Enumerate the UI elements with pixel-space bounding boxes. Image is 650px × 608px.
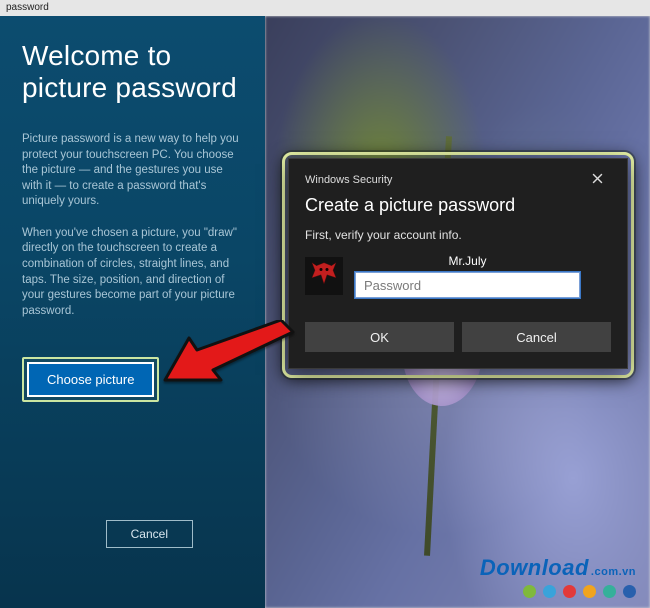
user-column: Mr.July: [355, 254, 611, 298]
dialog-cancel-button[interactable]: Cancel: [462, 322, 611, 352]
choose-picture-highlight: Choose picture: [22, 357, 159, 402]
dialog-title: Create a picture password: [305, 195, 611, 216]
info-panel: Welcome to picture password Picture pass…: [0, 16, 265, 608]
watermark-brand: Download: [480, 555, 589, 580]
watermark-dot: [603, 585, 616, 598]
ok-button[interactable]: OK: [305, 322, 454, 352]
watermark-dot: [583, 585, 596, 598]
watermark-dots: [480, 585, 636, 598]
username-label: Mr.July: [355, 254, 580, 268]
windows-security-dialog: Windows Security Create a picture passwo…: [288, 158, 628, 369]
dialog-header: Windows Security: [305, 169, 611, 191]
window-title: password: [0, 0, 650, 16]
watermark-dot: [543, 585, 556, 598]
screenshot-frame: password Welcome to picture password Pic…: [0, 0, 650, 608]
watermark-dot: [623, 585, 636, 598]
page-title: Welcome to picture password: [22, 40, 243, 104]
close-icon: [592, 173, 603, 187]
paragraph-1: Picture password is a new way to help yo…: [22, 132, 243, 210]
watermark: Download.com.vn: [480, 555, 636, 598]
avatar: [305, 257, 343, 295]
watermark-dot: [563, 585, 576, 598]
avatar-icon: [309, 261, 339, 292]
dialog-button-row: OK Cancel: [305, 322, 611, 352]
watermark-text: Download.com.vn: [480, 555, 636, 581]
password-input[interactable]: [355, 272, 580, 298]
page-body: Picture password is a new way to help yo…: [22, 132, 243, 319]
dialog-header-text: Windows Security: [305, 174, 392, 186]
watermark-ext: .com.vn: [591, 566, 636, 578]
user-row: Mr.July: [305, 254, 611, 298]
close-button[interactable]: [583, 169, 611, 191]
wizard-cancel-button[interactable]: Cancel: [106, 520, 193, 548]
choose-picture-button[interactable]: Choose picture: [27, 362, 154, 397]
dialog-subtitle: First, verify your account info.: [305, 228, 611, 242]
watermark-dot: [523, 585, 536, 598]
paragraph-2: When you've chosen a picture, you "draw"…: [22, 226, 243, 319]
